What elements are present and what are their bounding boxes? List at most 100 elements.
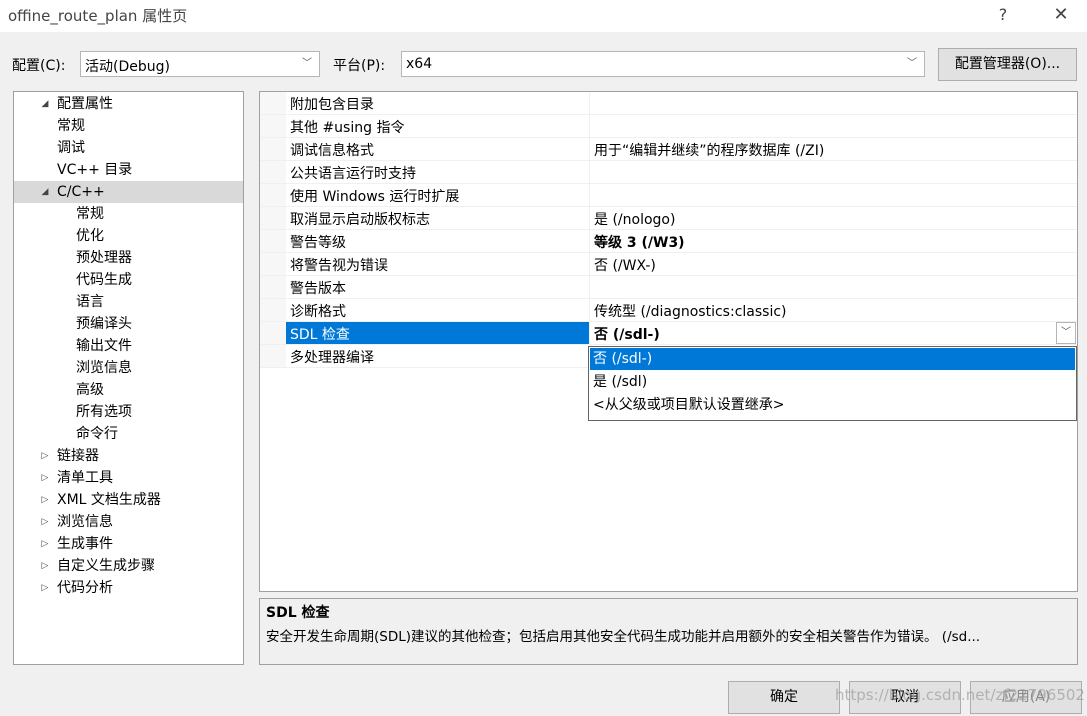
expand-arrow-icon[interactable]: ▷ [38,489,52,511]
platform-value: x64 [406,56,433,72]
tree-item[interactable]: 常规 [14,115,243,137]
tree-item[interactable]: 代码生成 [14,269,243,291]
expand-arrow-icon[interactable]: ▷ [38,445,52,467]
dropdown-option[interactable]: 是 (/sdl) [590,371,1075,393]
row-gutter [260,253,286,275]
config-value: 活动(Debug) [85,59,170,75]
property-name: 警告版本 [290,281,346,297]
sdl-dropdown-list: 否 (/sdl-) 是 (/sdl) <从父级或项目默认设置继承> [588,346,1077,421]
property-row[interactable]: 诊断格式 传统型 (/diagnostics:classic) [260,299,1077,322]
row-gutter [260,115,286,137]
tree-item-label: 预处理器 [76,250,132,266]
property-value: 否 (/WX-) [594,258,656,274]
collapse-arrow-icon[interactable]: ◢ [38,93,52,115]
row-gutter [260,345,286,367]
property-row[interactable]: 警告版本 [260,276,1077,299]
tree-item[interactable]: 浏览信息 [14,357,243,379]
tree-item[interactable]: 语言 [14,291,243,313]
property-value: 否 (/sdl-) [594,327,660,343]
row-gutter [260,322,286,344]
tree-item-label: 命令行 [76,426,118,442]
collapse-arrow-icon[interactable]: ◢ [38,181,52,203]
tree-item-label: 配置属性 [57,96,113,112]
row-gutter [260,92,286,114]
dropdown-option[interactable]: <从父级或项目默认设置继承> [590,394,1075,416]
tree-item-label: 浏览信息 [76,360,132,376]
tree-item[interactable]: ▷ 生成事件 [14,533,243,555]
column-separator [589,115,590,137]
dropdown-chevron-icon[interactable]: ﹀ [1056,322,1076,344]
expand-arrow-icon[interactable]: ▷ [38,577,52,599]
tree-item-label: 代码分析 [57,580,113,596]
tree-item[interactable]: 调试 [14,137,243,159]
tree-item-label: 预编译头 [76,316,132,332]
row-gutter [260,276,286,298]
tree-item[interactable]: 优化 [14,225,243,247]
tree-item-label: 高级 [76,382,104,398]
tree-item[interactable]: ▷ 链接器 [14,445,243,467]
tree-item[interactable]: 高级 [14,379,243,401]
platform-label: 平台(P): [333,58,386,74]
property-name: SDL 检查 [290,327,350,343]
tree-item[interactable]: 输出文件 [14,335,243,357]
column-separator [589,299,590,321]
column-separator [589,207,590,229]
column-separator [589,184,590,206]
property-row[interactable]: 附加包含目录 [260,92,1077,115]
property-name: 附加包含目录 [290,97,374,113]
tree-item-label: 浏览信息 [57,514,113,530]
property-row[interactable]: 公共语言运行时支持 [260,161,1077,184]
tree-item-label: 代码生成 [76,272,132,288]
property-row[interactable]: 取消显示启动版权标志 是 (/nologo) [260,207,1077,230]
tree-item[interactable]: 命令行 [14,423,243,445]
tree-item[interactable]: VC++ 目录 [14,159,243,181]
column-separator [589,138,590,160]
config-combo[interactable]: 活动(Debug) ﹀ [80,51,320,77]
expand-arrow-icon[interactable]: ▷ [38,467,52,489]
column-separator [589,161,590,183]
tree-item-label: 常规 [76,206,104,222]
close-button[interactable]: ✕ [1046,2,1076,28]
expand-arrow-icon[interactable]: ▷ [38,533,52,555]
column-separator [589,253,590,275]
tree-item[interactable]: 预编译头 [14,313,243,335]
watermark: https://blog.csdn.net/zf22796502 [835,686,1085,704]
tree-item[interactable]: 所有选项 [14,401,243,423]
tree-item[interactable]: ◢ C/C++ [14,181,243,203]
property-name: 诊断格式 [290,304,346,320]
expand-arrow-icon[interactable]: ▷ [38,555,52,577]
config-manager-button[interactable]: 配置管理器(O)... [938,48,1077,81]
tree-item-label: 自定义生成步骤 [57,558,155,574]
tree-item[interactable]: ▷ 代码分析 [14,577,243,599]
expand-arrow-icon[interactable]: ▷ [38,511,52,533]
property-value: 用于“编辑并继续”的程序数据库 (/ZI) [594,143,825,159]
property-row[interactable]: SDL 检查 否 (/sdl-) ﹀ [260,322,1077,345]
property-row[interactable]: 使用 Windows 运行时扩展 [260,184,1077,207]
tree-item[interactable]: ◢ 配置属性 [14,93,243,115]
description-panel: SDL 检查 安全开发生命周期(SDL)建议的其他检查；包括启用其他安全代码生成… [259,598,1078,665]
tree-item-label: 调试 [57,140,85,156]
platform-combo[interactable]: x64 ﹀ [401,51,925,77]
property-row[interactable]: 其他 #using 指令 [260,115,1077,138]
tree-item[interactable]: 常规 [14,203,243,225]
description-title: SDL 检查 [266,605,330,621]
tree-item[interactable]: ▷ 浏览信息 [14,511,243,533]
property-row[interactable]: 警告等级 等级 3 (/W3) [260,230,1077,253]
column-separator [589,276,590,298]
row-gutter [260,299,286,321]
property-name: 使用 Windows 运行时扩展 [290,189,460,205]
property-name: 警告等级 [290,235,346,251]
tree-item[interactable]: ▷ 自定义生成步骤 [14,555,243,577]
tree-item-label: 生成事件 [57,536,113,552]
row-gutter [260,138,286,160]
property-value: 传统型 (/diagnostics:classic) [594,304,787,320]
tree-item[interactable]: ▷ 清单工具 [14,467,243,489]
tree-item[interactable]: ▷ XML 文档生成器 [14,489,243,511]
help-button[interactable]: ? [990,2,1016,28]
property-row[interactable]: 将警告视为错误 否 (/WX-) [260,253,1077,276]
ok-button[interactable]: 确定 [728,681,840,714]
tree-item-label: XML 文档生成器 [57,492,161,508]
property-row[interactable]: 调试信息格式 用于“编辑并继续”的程序数据库 (/ZI) [260,138,1077,161]
dropdown-option[interactable]: 否 (/sdl-) [590,348,1075,370]
tree-item[interactable]: 预处理器 [14,247,243,269]
